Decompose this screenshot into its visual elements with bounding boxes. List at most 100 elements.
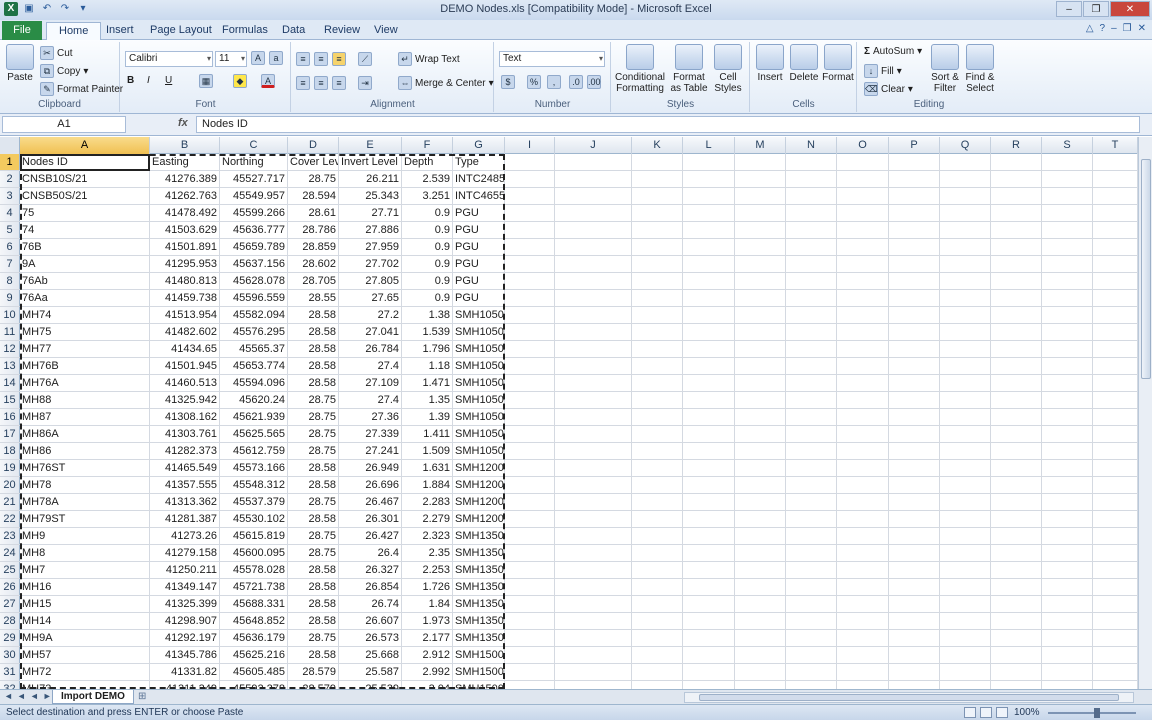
cell[interactable]: [837, 205, 889, 221]
cell[interactable]: [735, 528, 786, 544]
close-icon[interactable]: ✕: [1110, 1, 1150, 17]
cell[interactable]: [889, 511, 940, 527]
horizontal-scrollbar[interactable]: [684, 692, 1134, 703]
cell[interactable]: [991, 579, 1042, 595]
column-header-s[interactable]: S: [1042, 137, 1093, 154]
cell[interactable]: [555, 392, 632, 408]
cell[interactable]: 45578.028: [220, 562, 288, 578]
cell[interactable]: [786, 239, 837, 255]
cell[interactable]: SMH1350: [453, 528, 505, 544]
cell[interactable]: 28.75: [288, 409, 339, 425]
cell[interactable]: [632, 477, 683, 493]
cell[interactable]: [735, 409, 786, 425]
cell[interactable]: [991, 409, 1042, 425]
cell[interactable]: [555, 562, 632, 578]
cell[interactable]: [991, 613, 1042, 629]
cell[interactable]: [889, 596, 940, 612]
cell[interactable]: 41331.82: [150, 664, 220, 680]
cell[interactable]: [632, 426, 683, 442]
cell[interactable]: [940, 290, 991, 306]
cell[interactable]: [991, 545, 1042, 561]
cell[interactable]: [1093, 528, 1138, 544]
cell[interactable]: [1093, 494, 1138, 510]
cell[interactable]: [1093, 409, 1138, 425]
indent-button[interactable]: ⇥: [358, 76, 372, 90]
merge-center-button[interactable]: ⇔ Merge & Center ▾: [398, 76, 494, 90]
cell[interactable]: 28.58: [288, 358, 339, 374]
cell[interactable]: [632, 256, 683, 272]
column-header-r[interactable]: R: [991, 137, 1042, 154]
cell[interactable]: [991, 222, 1042, 238]
cell[interactable]: [940, 239, 991, 255]
cell[interactable]: [735, 324, 786, 340]
cell[interactable]: MH76B: [20, 358, 150, 374]
cell[interactable]: [1042, 273, 1093, 289]
cell[interactable]: [632, 647, 683, 663]
cell[interactable]: 2.283: [402, 494, 453, 510]
cell[interactable]: Depth: [402, 154, 453, 170]
cell[interactable]: [1042, 681, 1093, 689]
cell[interactable]: 41313.362: [150, 494, 220, 510]
cell[interactable]: [1093, 443, 1138, 459]
cell[interactable]: 2.912: [402, 647, 453, 663]
cell[interactable]: [1042, 358, 1093, 374]
cell[interactable]: [683, 222, 735, 238]
cell[interactable]: SMH1200: [453, 494, 505, 510]
column-header-q[interactable]: Q: [940, 137, 991, 154]
zoom-level[interactable]: 100%: [1014, 707, 1040, 718]
cell[interactable]: 41478.492: [150, 205, 220, 221]
cell[interactable]: CNSB10S/21: [20, 171, 150, 187]
cell[interactable]: INTC4655: [453, 188, 505, 204]
cell[interactable]: [735, 562, 786, 578]
cell[interactable]: 25.668: [339, 647, 402, 663]
cell[interactable]: [889, 477, 940, 493]
cell[interactable]: 41308.162: [150, 409, 220, 425]
cell[interactable]: [1093, 188, 1138, 204]
row-header[interactable]: 22: [0, 511, 20, 527]
cell[interactable]: 26.784: [339, 341, 402, 357]
cell[interactable]: [632, 596, 683, 612]
cell[interactable]: MH75: [20, 324, 150, 340]
cell[interactable]: [735, 273, 786, 289]
cell[interactable]: [555, 511, 632, 527]
cell[interactable]: [889, 545, 940, 561]
tab-formulas[interactable]: Formulas: [220, 22, 270, 40]
cell[interactable]: [786, 392, 837, 408]
cell[interactable]: [735, 426, 786, 442]
cell[interactable]: 2.992: [402, 664, 453, 680]
cell[interactable]: [889, 171, 940, 187]
font-color-button[interactable]: A: [261, 74, 275, 88]
cell[interactable]: 41311.349: [150, 681, 220, 689]
cell[interactable]: MH78A: [20, 494, 150, 510]
font-size-select[interactable]: 11 ▾: [215, 51, 247, 67]
delete-button[interactable]: Delete: [787, 44, 821, 83]
cell[interactable]: Type: [453, 154, 505, 170]
cell[interactable]: [940, 630, 991, 646]
cell[interactable]: [683, 562, 735, 578]
row-header[interactable]: 16: [0, 409, 20, 425]
cell[interactable]: [1042, 664, 1093, 680]
autosum-button[interactable]: Σ AutoSum ▾: [864, 46, 922, 57]
cell[interactable]: [889, 409, 940, 425]
italic-button[interactable]: I: [147, 75, 150, 86]
cell[interactable]: [1093, 222, 1138, 238]
cell[interactable]: [940, 222, 991, 238]
cell[interactable]: MH15: [20, 596, 150, 612]
cell[interactable]: [991, 392, 1042, 408]
cell[interactable]: [991, 443, 1042, 459]
cell[interactable]: [786, 443, 837, 459]
cell[interactable]: [555, 256, 632, 272]
cell[interactable]: 2.323: [402, 528, 453, 544]
cell[interactable]: [505, 239, 555, 255]
cell[interactable]: 45637.156: [220, 256, 288, 272]
cell[interactable]: MH8: [20, 545, 150, 561]
cell[interactable]: [632, 239, 683, 255]
cell[interactable]: [632, 188, 683, 204]
page-break-view-icon[interactable]: [996, 707, 1008, 718]
cell-styles-button[interactable]: Cell Styles: [710, 44, 746, 94]
cell[interactable]: 45612.759: [220, 443, 288, 459]
cell[interactable]: [683, 681, 735, 689]
cell[interactable]: 1.411: [402, 426, 453, 442]
cell[interactable]: 26.211: [339, 171, 402, 187]
column-header-o[interactable]: O: [837, 137, 889, 154]
